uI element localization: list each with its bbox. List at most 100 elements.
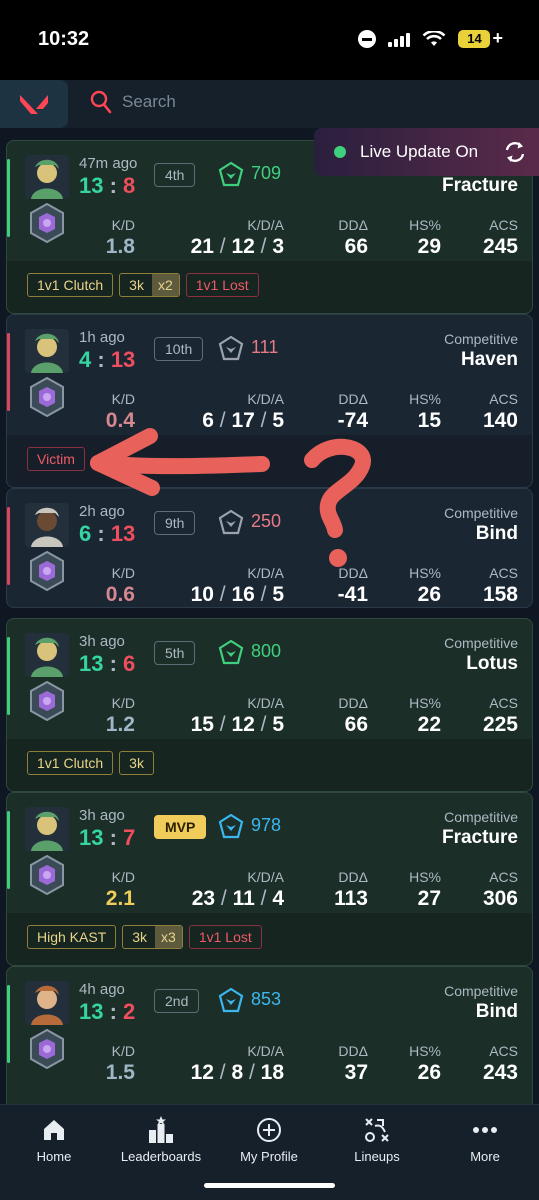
tab-more[interactable]: More	[431, 1115, 539, 1164]
stat-value-dd: 37	[344, 1061, 368, 1084]
match-summary: 2h ago 6 : 13 9th 250 Competitive Bind K/D 0.6 K…	[7, 489, 532, 607]
stat-label-acs: ACS	[489, 391, 518, 407]
score-separator: :	[103, 173, 124, 198]
match-card[interactable]: 3h ago 13 : 6 5th 800 Competitive Lotus K/D 1.2…	[6, 618, 533, 792]
score-enemy: 7	[123, 825, 136, 850]
highlight-multiplier: x2	[151, 274, 179, 296]
score-enemy: 13	[110, 521, 136, 546]
rr-rank-icon	[217, 639, 245, 667]
rr-value: 853	[251, 989, 282, 1009]
kda-part: 15	[190, 713, 214, 736]
tab-leaderboards[interactable]: Leaderboards	[107, 1115, 215, 1164]
match-card[interactable]: 3h ago 13 : 7 MVP 978 Competitive Fracture K/D…	[6, 792, 533, 966]
placement-badge: 4th	[154, 163, 196, 187]
kda-part: 5	[272, 409, 284, 432]
rank-badge-icon	[29, 376, 65, 418]
game-mode: Competitive	[444, 809, 518, 825]
placement-badge: 9th	[154, 511, 196, 535]
score-team: 6	[79, 521, 92, 546]
tab-lineups-label: Lineups	[354, 1149, 400, 1164]
agent-portrait-icon	[25, 503, 69, 547]
game-mode: Competitive	[444, 331, 518, 347]
stat-label-dd: DDΔ	[338, 695, 368, 711]
stat-value-kda: 21 / 12 / 3	[191, 235, 284, 259]
stat-label-acs: ACS	[489, 1043, 518, 1059]
stat-label-hs: HS%	[409, 869, 441, 885]
match-score: 13 : 2	[79, 999, 135, 1025]
kda-separator: /	[254, 409, 273, 432]
highlight-badge-label: 3k	[129, 277, 144, 293]
stat-label-kd: K/D	[111, 695, 135, 711]
highlight-badge-label: High KAST	[37, 929, 107, 945]
stat-value-hs: 27	[417, 887, 441, 910]
kda-separator: /	[213, 713, 232, 736]
map-name: Lotus	[466, 653, 518, 674]
kda-part: 10	[190, 583, 214, 606]
score-team: 13	[79, 825, 104, 850]
stat-label-kda: K/D/A	[247, 1043, 284, 1059]
charging-icon: +	[492, 28, 503, 48]
highlight-badges: Victim	[27, 447, 85, 471]
rr-rank-icon	[217, 509, 245, 537]
tab-my-profile[interactable]: My Profile	[215, 1115, 323, 1164]
game-mode: Competitive	[444, 505, 518, 521]
kda-part: 6	[202, 409, 214, 432]
stat-value-dd: 66	[344, 713, 368, 736]
match-card[interactable]: 1h ago 4 : 13 10th 111 Competitive Haven K/D 0.…	[6, 314, 533, 488]
stat-value-hs: 15	[417, 409, 441, 432]
stat-label-kd: K/D	[111, 217, 135, 233]
stat-value-acs: 158	[482, 583, 518, 606]
kda-part: 12	[231, 235, 255, 258]
score-enemy: 6	[123, 651, 136, 676]
valorant-logo-icon	[20, 95, 48, 114]
app-logo-button[interactable]	[0, 80, 68, 128]
stat-label-dd: DDΔ	[338, 565, 368, 581]
kda-separator: /	[215, 887, 233, 910]
stat-label-hs: HS%	[409, 391, 441, 407]
rank-badge-icon	[29, 550, 65, 592]
tab-home[interactable]: Home	[0, 1115, 108, 1164]
placement-badge: 10th	[154, 337, 204, 361]
match-card[interactable]: 2h ago 6 : 13 9th 250 Competitive Bind K/D 0.6 K…	[6, 488, 533, 608]
game-mode: Competitive	[444, 635, 518, 651]
plus-circle-icon	[257, 1118, 281, 1142]
stat-value-hs: 26	[417, 583, 441, 606]
match-summary: 1h ago 4 : 13 10th 111 Competitive Haven K/D 0.…	[7, 315, 532, 435]
kda-part: 3	[272, 235, 284, 258]
stat-value-kd: 1.5	[105, 1061, 135, 1084]
stat-label-kda: K/D/A	[247, 869, 284, 885]
more-icon	[473, 1127, 497, 1133]
match-score: 13 : 7	[79, 825, 135, 851]
stat-label-hs: HS%	[409, 695, 441, 711]
live-update-label: Live Update On	[360, 142, 479, 161]
refresh-icon[interactable]	[501, 138, 529, 166]
placement-badge: 2nd	[154, 989, 200, 1013]
tab-lineups[interactable]: Lineups	[323, 1115, 431, 1164]
stat-value-acs: 225	[482, 713, 518, 736]
match-card[interactable]: 4h ago 13 : 2 2nd 853 Competitive Bind K/D 1.5 K…	[6, 966, 533, 1104]
kda-separator: /	[213, 235, 232, 258]
live-update-toggle[interactable]: Live Update On	[314, 128, 539, 176]
stat-label-kda: K/D/A	[247, 565, 284, 581]
highlight-badge-label: 3k	[129, 755, 144, 771]
rr-value: 709	[251, 163, 282, 183]
status-time: 10:32	[38, 28, 90, 50]
placement-badge: MVP	[154, 815, 207, 839]
stat-value-hs: 29	[417, 235, 441, 258]
search-field[interactable]: Search	[90, 90, 176, 114]
map-name: Fracture	[441, 827, 518, 848]
stat-value-dd: -41	[337, 583, 368, 606]
match-highlights: Victim	[7, 435, 532, 487]
rank-badge-icon	[29, 1028, 65, 1070]
tab-home-label: Home	[36, 1149, 72, 1164]
tactics-icon	[365, 1118, 389, 1142]
match-score: 4 : 13	[79, 347, 135, 373]
agent-portrait-icon	[25, 155, 69, 199]
stat-label-acs: ACS	[489, 695, 518, 711]
stat-value-kd: 0.6	[105, 583, 135, 606]
kda-separator: /	[213, 1061, 232, 1084]
rr-rank-icon	[217, 813, 245, 841]
stat-label-dd: DDΔ	[338, 1043, 368, 1059]
score-separator: :	[91, 521, 111, 546]
match-feed[interactable]: 47m ago13 : 84th709CompetitiveFractureK/…	[0, 128, 539, 1104]
